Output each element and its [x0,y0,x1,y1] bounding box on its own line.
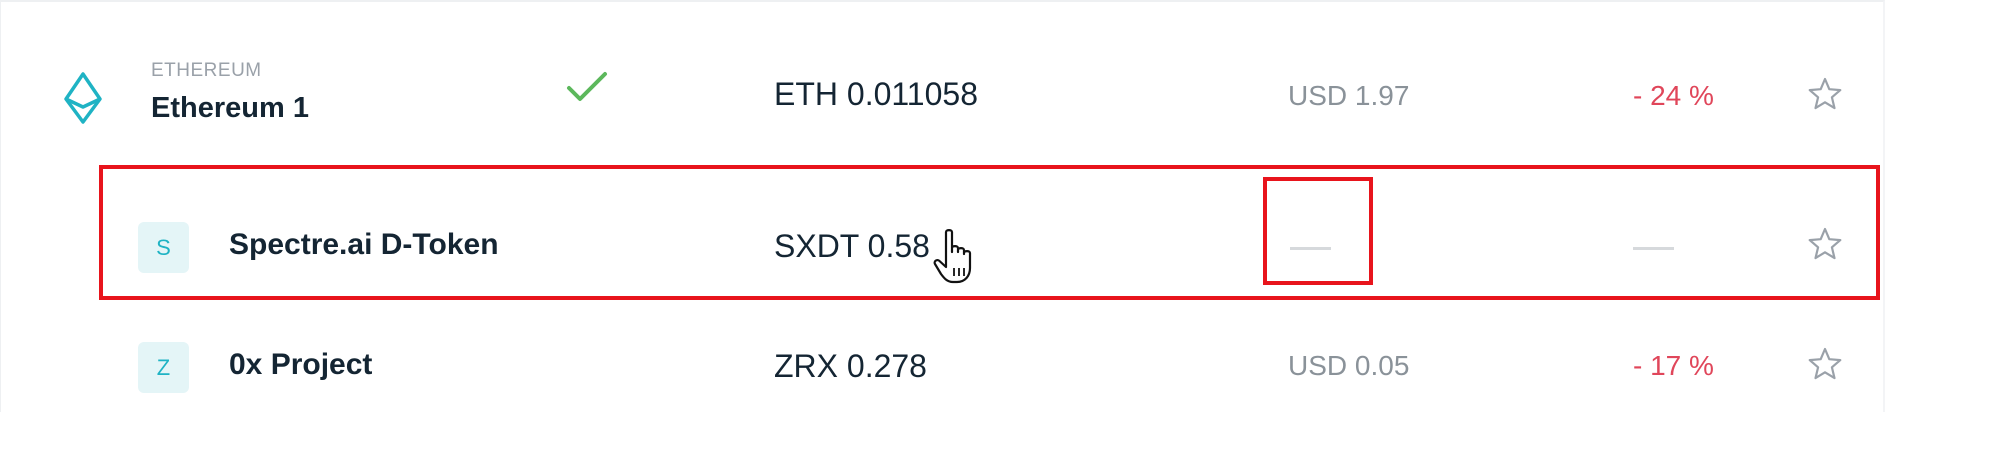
token-name: Spectre.ai D-Token [229,228,499,261]
account-balance: ETH 0.011058 [774,76,978,112]
ethereum-icon [64,72,102,124]
token-badge: S [138,222,189,273]
token-row-zrx[interactable]: Z 0x Project ZRX 0.278 USD 0.05 - 17 % [1,312,1881,422]
hand-cursor-icon [933,229,972,284]
token-change: - 17 % [1633,350,1714,381]
accounts-list: ETHEREUM Ethereum 1 ETH 0.011058 USD 1.9… [0,0,1885,412]
token-badge: Z [138,342,189,393]
token-change-empty [1633,247,1674,250]
star-icon[interactable] [1807,76,1843,112]
token-balance: SXDT 0.58 [774,228,930,264]
token-name: 0x Project [229,348,373,381]
star-icon[interactable] [1807,226,1843,262]
token-balance: ZRX 0.278 [774,348,927,384]
token-fiat-value: USD 0.05 [1288,350,1410,381]
token-fiat-empty [1290,247,1331,250]
star-icon[interactable] [1807,346,1843,382]
checkmark-icon [567,72,607,101]
account-row-ethereum[interactable]: ETHEREUM Ethereum 1 ETH 0.011058 USD 1.9… [1,42,1881,152]
account-name: Ethereum 1 [151,92,309,124]
account-type-label: ETHEREUM [151,60,262,81]
account-change: - 24 % [1633,80,1714,111]
account-fiat-value: USD 1.97 [1288,80,1410,111]
